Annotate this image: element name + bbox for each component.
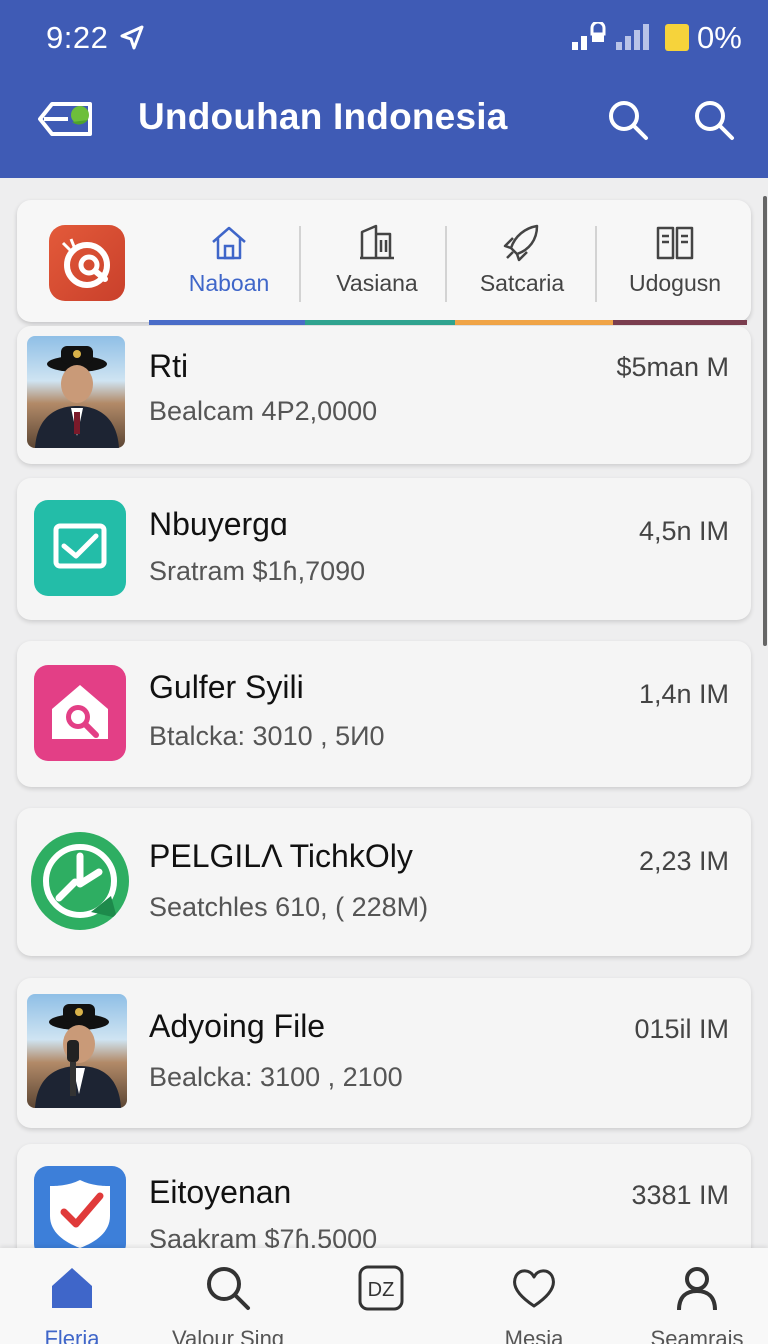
building-icon xyxy=(360,224,394,260)
category-strip: Naboan Vasiana Satcaria Udogusn xyxy=(17,200,751,325)
item-name: Rti xyxy=(149,348,189,384)
tab-label: Udogusn xyxy=(628,270,722,296)
download-check-icon xyxy=(31,832,129,930)
search-icon[interactable] xyxy=(692,98,736,142)
item-name: Gulfer Syili xyxy=(149,669,304,705)
item-name: Adyoing File xyxy=(149,1008,326,1044)
tab-label: Satcaria xyxy=(479,270,565,296)
nav-item-home[interactable]: Fleria xyxy=(2,1264,142,1344)
top-app-bar: 9:22 0% Undouhan Indonesia xyxy=(0,0,768,178)
status-bar: 9:22 0% xyxy=(0,0,768,76)
search-house-icon xyxy=(34,665,126,761)
list-item[interactable]: Adyoing File Bealcka: 3100 , 2100 015il … xyxy=(17,978,751,1128)
item-value: 2,23 IM xyxy=(638,846,729,876)
category-color-bar xyxy=(613,320,747,325)
list-item[interactable]: Gulfer Syili Btalcka: 3010 , 5И0 1,4n IM xyxy=(17,641,751,787)
divider xyxy=(299,226,301,302)
divider xyxy=(595,226,597,302)
tab-label: Naboan xyxy=(188,270,270,296)
checkbox-icon xyxy=(34,500,126,596)
battery-percent: 0% xyxy=(697,20,742,55)
divider xyxy=(445,226,447,302)
item-name: Eitoyenan xyxy=(149,1174,292,1210)
page-title: Undouhan Indonesia xyxy=(138,96,508,137)
person-microphone-photo-icon xyxy=(27,994,127,1108)
nav-label: Fleria xyxy=(44,1326,100,1344)
item-subtitle: Seatchles 610, ( 228M) xyxy=(149,892,429,922)
battery-icon xyxy=(665,24,689,51)
tab-udogusn[interactable]: Udogusn xyxy=(605,222,745,304)
item-name: Nbuyergɑ xyxy=(149,506,288,542)
nav-item-favorites[interactable]: Mesia xyxy=(464,1264,604,1344)
app-logo-icon[interactable] xyxy=(49,225,125,301)
list-item[interactable]: Rti Bealcam 4P2,0000 $5man M xyxy=(17,326,751,464)
book-icon xyxy=(656,226,694,260)
person-photo-icon xyxy=(27,336,125,448)
tab-vasiana[interactable]: Vasiana xyxy=(307,222,447,304)
search-icon xyxy=(207,1267,250,1310)
profile-icon xyxy=(677,1267,717,1311)
tab-label: Vasiana xyxy=(336,270,418,296)
home-outline-icon xyxy=(212,226,246,260)
heart-icon xyxy=(513,1269,555,1308)
list-item[interactable]: PELGILΛ TichkOly Seatchles 610, ( 228M) … xyxy=(17,808,751,956)
dz-box-icon: DZ xyxy=(358,1265,404,1311)
item-value: $5man M xyxy=(616,352,729,382)
bottom-navigation: Fleria Valour Sing DZ Mesia Seamrais xyxy=(0,1248,768,1344)
category-color-bar xyxy=(455,320,613,325)
back-tag-icon[interactable] xyxy=(36,98,98,140)
search-icon[interactable] xyxy=(606,98,650,142)
status-time: 9:22 xyxy=(46,20,109,55)
location-arrow-icon xyxy=(120,25,144,50)
item-value: 1,4n IM xyxy=(638,679,729,709)
item-name: PELGILΛ TichkOly xyxy=(149,838,413,874)
category-color-bar xyxy=(305,320,455,325)
rocket-icon xyxy=(503,224,539,262)
signal-icon xyxy=(572,22,649,50)
nav-item-search[interactable]: Valour Sing xyxy=(158,1264,298,1344)
nav-label: Seamrais xyxy=(650,1326,744,1344)
scrollbar[interactable] xyxy=(763,196,767,646)
item-subtitle: Sratram $1ɦ,7090 xyxy=(149,556,366,586)
item-value: 3381 IM xyxy=(631,1180,729,1210)
item-value: 015il IM xyxy=(634,1014,729,1044)
list-item[interactable]: Nbuyergɑ Sratram $1ɦ,7090 4,5n IM xyxy=(17,478,751,620)
item-subtitle: Btalcka: 3010 , 5И0 xyxy=(149,721,385,751)
dz-badge-text: DZ xyxy=(368,1279,395,1301)
item-subtitle: Bealcam 4P2,0000 xyxy=(149,396,378,426)
tab-naboan[interactable]: Naboan xyxy=(159,222,299,304)
item-value: 4,5n IM xyxy=(638,516,729,546)
nav-item-dz[interactable]: DZ xyxy=(311,1264,451,1344)
tab-satcaria[interactable]: Satcaria xyxy=(452,222,592,304)
nav-item-profile[interactable]: Seamrais xyxy=(627,1264,767,1344)
nav-label: Mesia xyxy=(504,1326,564,1344)
item-subtitle: Bealcka: 3100 , 2100 xyxy=(149,1062,403,1092)
verified-check-icon xyxy=(34,1166,126,1258)
home-filled-icon xyxy=(52,1268,92,1308)
nav-label: Valour Sing xyxy=(171,1326,285,1344)
category-color-bar xyxy=(149,320,305,325)
